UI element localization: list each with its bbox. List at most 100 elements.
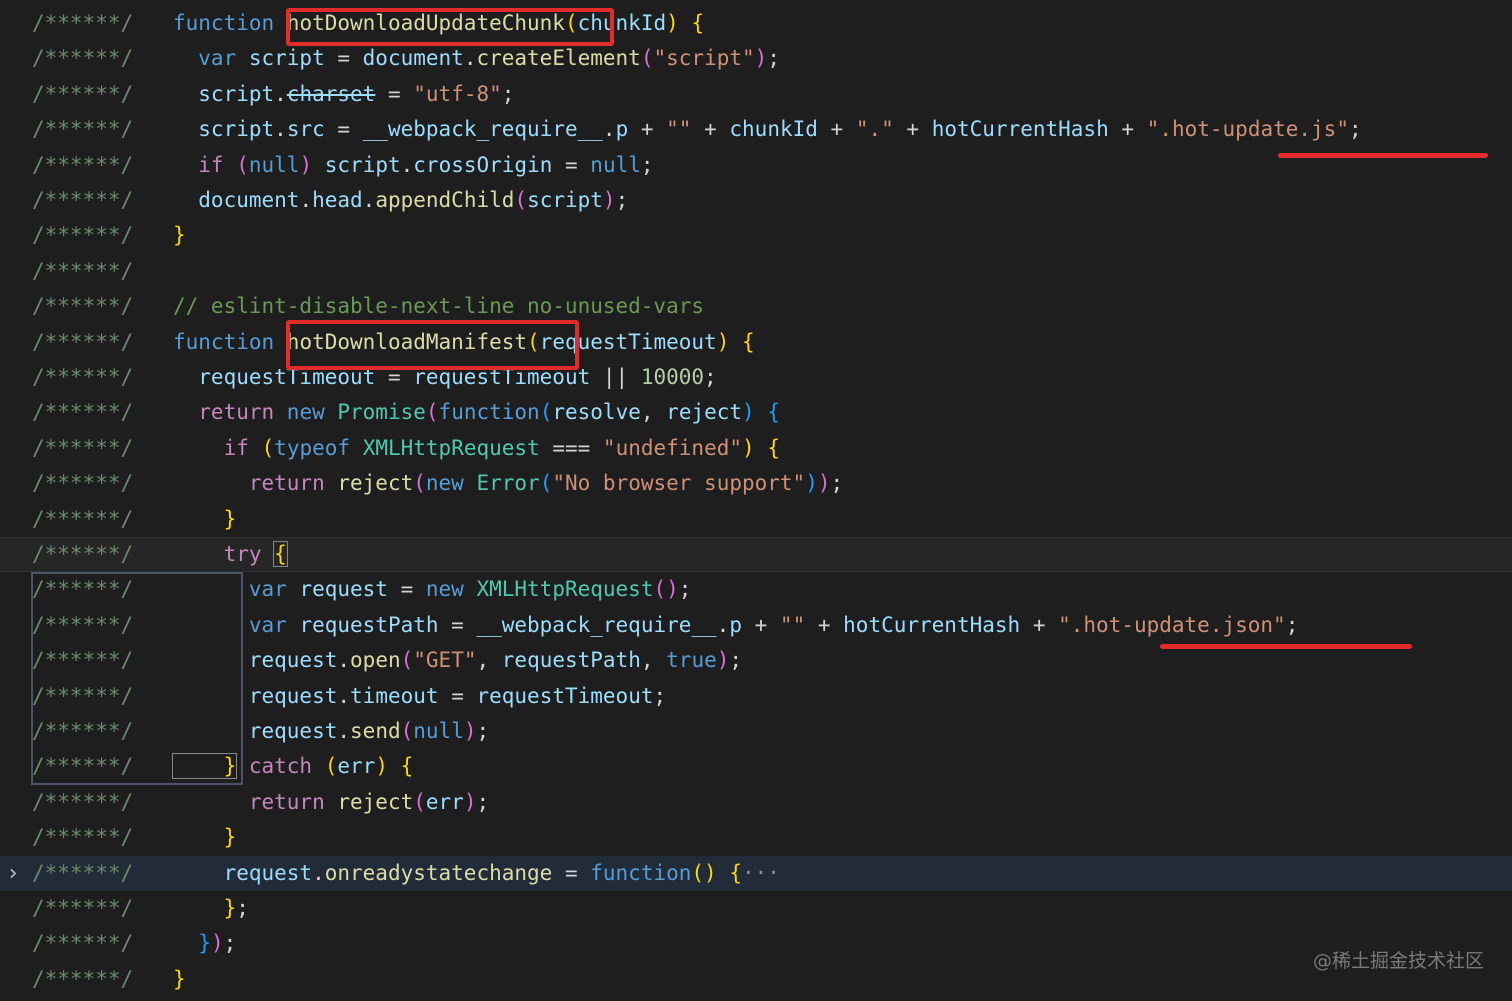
code-token: ()	[691, 860, 717, 885]
code-token: .	[400, 152, 414, 177]
code-token: p	[729, 612, 742, 637]
code-line[interactable]: /******/ try {	[0, 537, 1512, 573]
gutter-marker: /******/	[32, 931, 134, 956]
code-token: null	[413, 719, 464, 743]
code-line[interactable]: /******/	[0, 254, 1512, 289]
gutter-marker: /******/	[32, 188, 134, 212]
gutter-marker: /******/	[32, 365, 134, 389]
code-text: };	[173, 891, 249, 926]
code-token: )	[817, 471, 831, 496]
code-token: .	[362, 188, 376, 212]
code-token: ;	[223, 931, 237, 956]
code-line[interactable]: /******/ });	[0, 926, 1512, 961]
code-token: )	[754, 46, 768, 71]
fold-chevron-icon[interactable]: ›	[4, 856, 22, 891]
code-text: }	[173, 820, 237, 855]
code-token: )	[805, 471, 818, 496]
code-line[interactable]: /******/}	[0, 218, 1512, 253]
code-token: .	[337, 683, 351, 708]
code-token: function	[173, 329, 287, 354]
code-token: (	[425, 400, 439, 425]
code-token: catch	[236, 754, 325, 779]
code-editor[interactable]: /******/function hotDownloadUpdateChunk(…	[0, 0, 1512, 1001]
code-line[interactable]: /******/ }	[0, 502, 1512, 537]
code-token: 10000	[640, 365, 705, 389]
code-text: return reject(new Error("No browser supp…	[173, 466, 843, 501]
code-token: createElement	[476, 46, 641, 71]
code-token: .	[337, 719, 351, 743]
code-token: ;	[653, 683, 667, 708]
underline-hot-update-js	[1278, 153, 1488, 158]
code-token: hotCurrentHash	[931, 117, 1109, 142]
gutter-marker: /******/	[32, 825, 134, 850]
code-token: (	[413, 471, 426, 496]
code-token: )	[210, 931, 224, 956]
code-token: Error	[476, 471, 540, 496]
code-line[interactable]: /******/ return reject(new Error("No bro…	[0, 466, 1512, 501]
code-line[interactable]: /******/ };	[0, 891, 1512, 926]
code-token: __webpack_require__	[362, 117, 603, 142]
code-token: +	[1108, 117, 1147, 142]
code-token: true	[666, 648, 717, 673]
code-line[interactable]: /******/}	[0, 962, 1512, 997]
code-text: return new Promise(function(resolve, rej…	[173, 395, 780, 430]
code-token: new	[425, 471, 477, 496]
code-line[interactable]: /******/ script.charset = "utf-8";	[0, 77, 1512, 112]
code-token: }	[173, 896, 237, 920]
code-token: )	[716, 648, 730, 673]
code-token: ,	[476, 648, 502, 673]
gutter-marker: /******/	[32, 152, 134, 177]
code-token: __webpack_require__	[476, 612, 717, 637]
gutter-marker: /******/	[32, 966, 134, 991]
code-token: =	[438, 612, 477, 637]
code-line[interactable]: /******/ requestTimeout = requestTimeout…	[0, 360, 1512, 395]
code-token: .	[299, 188, 313, 212]
code-line[interactable]: /******/ script.src = __webpack_require_…	[0, 112, 1512, 147]
code-line[interactable]: /******/ // eslint-disable-next-line no-u…	[0, 289, 1512, 324]
code-token: =	[552, 152, 591, 177]
code-line[interactable]: /******/function hotDownloadUpdateChunk(…	[0, 6, 1512, 41]
code-line[interactable]: /******/ var script = document.createEle…	[0, 41, 1512, 76]
code-token: ···	[742, 860, 780, 885]
code-token: ;	[501, 81, 515, 106]
code-token: p	[615, 117, 629, 142]
code-line[interactable]: › /******/ request.onreadystatechange = f…	[0, 855, 1512, 891]
code-token: new	[286, 400, 338, 425]
code-token: function	[438, 400, 540, 425]
code-token: .	[337, 648, 351, 673]
code-line[interactable]: /******/function hotDownloadManifest(req…	[0, 325, 1512, 360]
code-token: script	[173, 81, 275, 106]
highlight-box-hotDownloadManifest	[286, 320, 579, 370]
gutter-marker: /******/	[32, 258, 134, 283]
code-token: )	[463, 719, 477, 743]
code-token: .	[463, 46, 477, 71]
code-text: if (null) script.crossOrigin = null;	[173, 148, 653, 183]
code-token: if	[173, 152, 237, 177]
code-token: }	[173, 506, 237, 531]
code-token: src	[286, 117, 325, 142]
code-token: "."	[855, 117, 894, 142]
code-token: new	[425, 577, 477, 602]
code-token: (	[413, 789, 426, 814]
code-token: .	[602, 117, 616, 142]
code-token: // eslint-disable-next-line no-unused-va…	[173, 294, 705, 319]
code-line[interactable]: /******/ return new Promise(function(res…	[0, 395, 1512, 430]
code-token: requestPath	[299, 612, 439, 637]
code-line[interactable]: /******/ if (typeof XMLHttpRequest === "…	[0, 431, 1512, 466]
code-line[interactable]: /******/ document.head.appendChild(scrip…	[0, 183, 1512, 218]
code-line[interactable]: /******/ }	[0, 820, 1512, 855]
code-token: onreadystatechange	[324, 860, 553, 885]
gutter-marker: /******/	[32, 860, 134, 885]
gutter-marker: /******/	[32, 542, 134, 566]
code-token: {	[691, 11, 705, 35]
code-token: "utf-8"	[413, 81, 502, 106]
code-token: hotCurrentHash	[843, 612, 1021, 637]
code-token: (	[324, 754, 338, 779]
code-token: script	[324, 152, 401, 177]
code-text: }	[173, 962, 186, 997]
code-token: "script"	[653, 46, 755, 71]
code-line[interactable]: /******/ return reject(err);	[0, 785, 1512, 820]
